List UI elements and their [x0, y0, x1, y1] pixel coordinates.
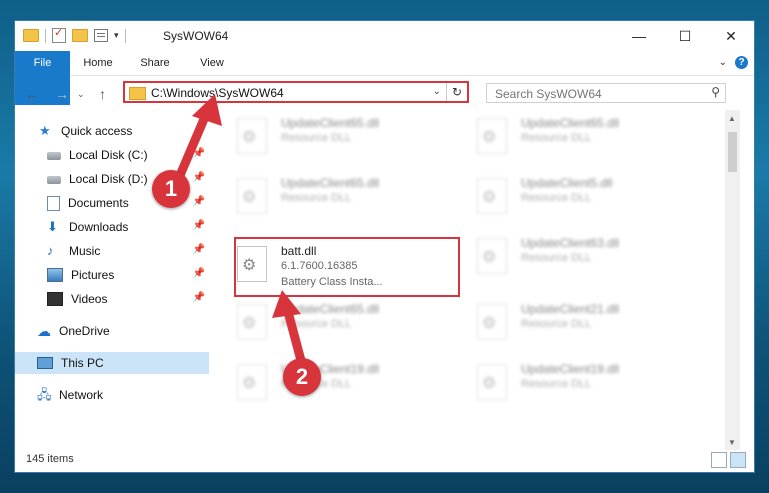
arrowhead-batt-dll — [272, 290, 301, 318]
step-2-callout: 2 — [283, 358, 321, 396]
arrow-to-address-bar — [173, 110, 212, 182]
annotation-arrows — [173, 94, 308, 370]
step-1-callout: 1 — [152, 170, 190, 208]
